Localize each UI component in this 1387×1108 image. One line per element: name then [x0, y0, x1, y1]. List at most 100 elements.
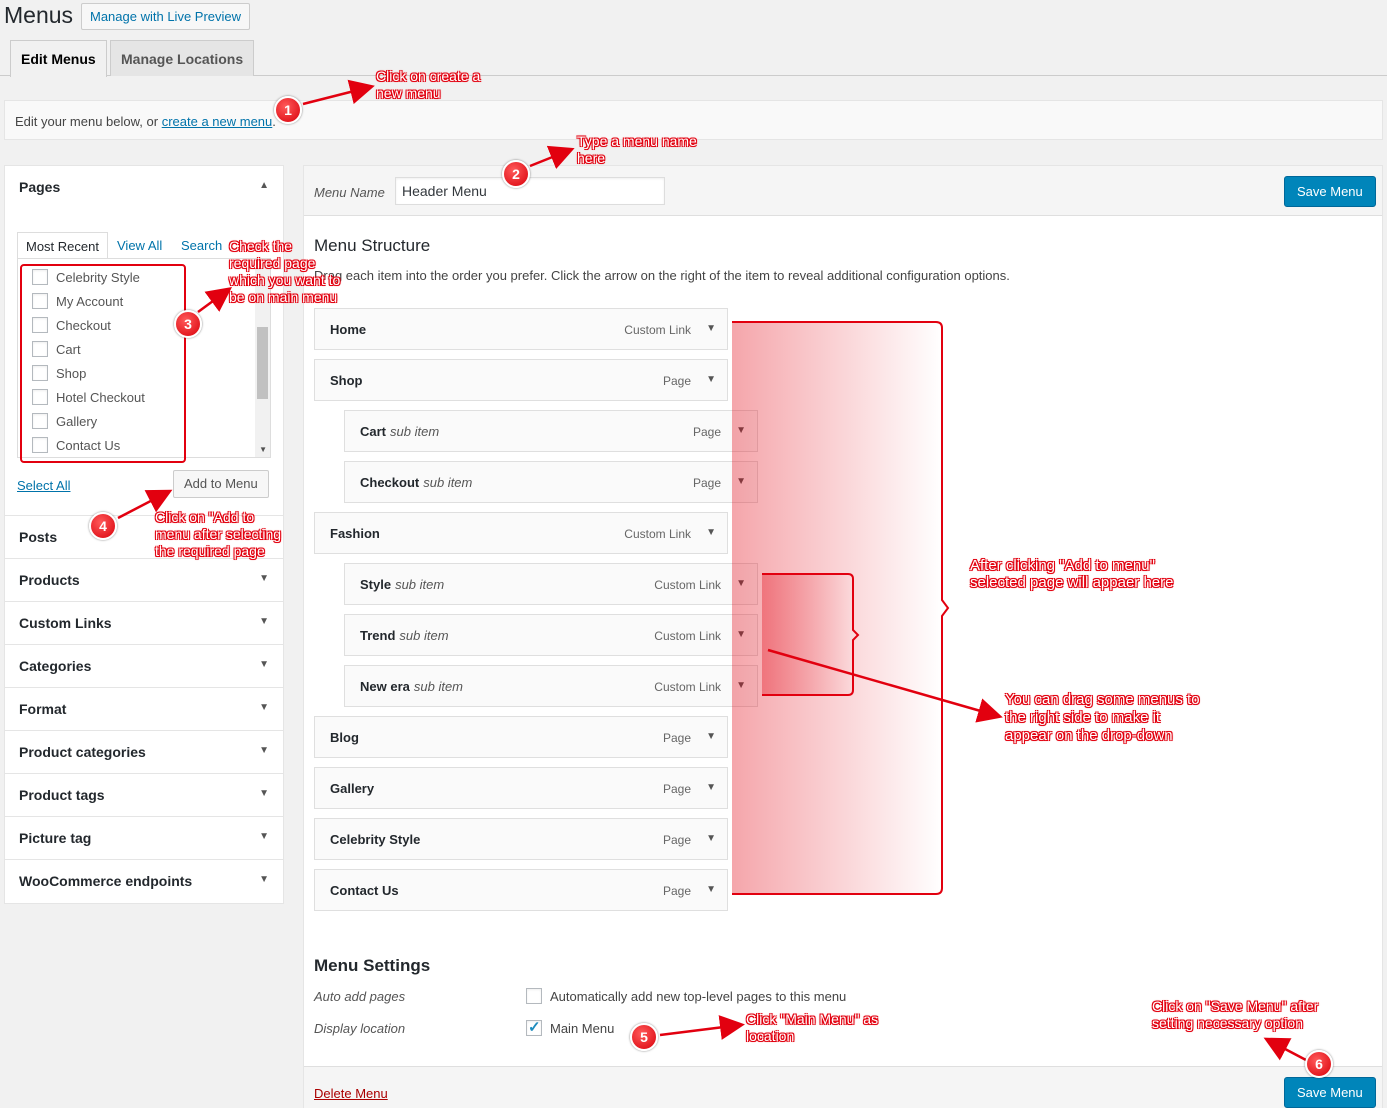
dropdown-arrow-icon[interactable]: ▼	[736, 680, 746, 691]
step-badge-6: 6	[1305, 1050, 1333, 1078]
section-products[interactable]: Products ▼	[5, 559, 283, 602]
auto-add-option[interactable]: Automatically add new top-level pages to…	[526, 988, 846, 1004]
section-title: Product categories	[19, 744, 146, 760]
menu-item-type: Custom Link	[654, 578, 721, 592]
dropdown-arrow-icon[interactable]: ▼	[706, 323, 716, 334]
menu-item[interactable]: New era sub item Custom Link ▼	[344, 665, 758, 707]
save-menu-button-bottom[interactable]: Save Menu	[1284, 1077, 1376, 1108]
menu-item-sub: sub item	[395, 577, 445, 592]
menu-name-label: Menu Name	[314, 185, 385, 200]
menu-item[interactable]: Celebrity Style Page ▼	[314, 818, 728, 860]
expand-down-icon[interactable]: ▼	[259, 573, 269, 584]
dropdown-arrow-icon[interactable]: ▼	[736, 425, 746, 436]
create-new-menu-link[interactable]: create a new menu	[162, 114, 273, 129]
section-product-categories[interactable]: Product categories ▼	[5, 731, 283, 774]
annotation-main-menu: Click "Main Menu" as location	[746, 1011, 879, 1044]
expand-down-icon[interactable]: ▼	[259, 831, 269, 842]
tab-manage-locations[interactable]: Manage Locations	[110, 40, 255, 76]
section-title: Posts	[19, 529, 58, 545]
scroll-thumb[interactable]	[257, 327, 268, 399]
menu-item-type: Page	[662, 374, 691, 388]
menu-editor: Menu Name Header Menu Save Menu Menu Str…	[303, 165, 1383, 1108]
annotation-create-menu: Click on create a new menu	[376, 68, 481, 101]
expand-down-icon[interactable]: ▼	[259, 874, 269, 885]
annotation-add-to-menu: Click on "Add to menu after selecting th…	[155, 509, 282, 559]
pages-title[interactable]: Pages	[19, 179, 60, 195]
menu-item-title: Shop	[330, 373, 363, 388]
menu-item[interactable]: Fashion Custom Link ▼	[314, 512, 728, 554]
tab-most-recent[interactable]: Most Recent	[17, 232, 108, 259]
step-badge-1: 1	[274, 96, 302, 124]
menu-item[interactable]: Contact Us Page ▼	[314, 869, 728, 911]
expand-down-icon[interactable]: ▼	[259, 702, 269, 713]
menu-item-title: Trend	[360, 628, 396, 643]
dropdown-arrow-icon[interactable]: ▼	[706, 527, 716, 538]
expand-down-icon[interactable]: ▼	[259, 659, 269, 670]
menu-item-type: Custom Link	[654, 680, 721, 694]
dropdown-arrow-icon[interactable]: ▼	[736, 578, 746, 589]
menu-item-sub: sub item	[413, 679, 464, 694]
expand-down-icon[interactable]: ▼	[259, 788, 269, 799]
menu-item-type: Custom Link	[624, 323, 691, 337]
expand-down-icon[interactable]: ▼	[259, 616, 269, 627]
section-categories[interactable]: Categories ▼	[5, 645, 283, 688]
menu-item[interactable]: Trend sub item Custom Link ▼	[344, 614, 758, 656]
dropdown-arrow-icon[interactable]: ▼	[706, 833, 716, 844]
step-badge-2: 2	[502, 160, 530, 188]
scroll-down-icon[interactable]: ▼	[259, 445, 267, 454]
menu-item-title: Checkout	[360, 475, 420, 490]
expand-down-icon[interactable]: ▼	[259, 745, 269, 756]
menu-item[interactable]: Cart sub item Page ▼	[344, 410, 758, 452]
annotation-check-page: Check the required page which you want t…	[229, 238, 341, 305]
menu-item[interactable]: Home Custom Link ▼	[314, 308, 728, 350]
step-badge-5: 5	[630, 1023, 658, 1051]
menu-item-type: Page	[662, 782, 691, 796]
section-woocommerce-endpoints[interactable]: WooCommerce endpoints ▼	[5, 860, 283, 903]
main-menu-option[interactable]: Main Menu	[526, 1018, 614, 1036]
section-title: WooCommerce endpoints	[19, 873, 193, 889]
dropdown-arrow-icon[interactable]: ▼	[706, 374, 716, 385]
dropdown-arrow-icon[interactable]: ▼	[736, 476, 746, 487]
section-format[interactable]: Format ▼	[5, 688, 283, 731]
main-menu-checkbox[interactable]	[526, 1018, 542, 1036]
menu-item[interactable]: Style sub item Custom Link ▼	[344, 563, 758, 605]
dropdown-arrow-icon[interactable]: ▼	[706, 782, 716, 793]
menu-settings-title: Menu Settings	[314, 956, 431, 975]
nav-tabs: Edit Menus Manage Locations	[0, 40, 1387, 77]
auto-add-text: Automatically add new top-level pages to…	[550, 988, 847, 1004]
pages-highlight-box	[20, 264, 186, 463]
display-location-label: Display location	[314, 1021, 406, 1036]
menu-item[interactable]: Blog Page ▼	[314, 716, 728, 758]
section-title: Product tags	[19, 787, 105, 803]
dropdown-arrow-icon[interactable]: ▼	[736, 629, 746, 640]
menu-item-type: Custom Link	[624, 527, 691, 541]
menu-item[interactable]: Checkout sub item Page ▼	[344, 461, 758, 503]
dropdown-arrow-icon[interactable]: ▼	[706, 731, 716, 742]
menu-item-title: Fashion	[330, 526, 380, 541]
menu-item[interactable]: Shop Page ▼	[314, 359, 728, 401]
tab-search[interactable]: Search	[173, 232, 230, 259]
menu-name-input[interactable]: Header Menu	[395, 177, 665, 205]
section-custom-links[interactable]: Custom Links ▼	[5, 602, 283, 645]
delete-menu-link[interactable]: Delete Menu	[314, 1086, 388, 1101]
menu-item[interactable]: Gallery Page ▼	[314, 767, 728, 809]
tab-view-all[interactable]: View All	[109, 232, 170, 259]
section-title: Format	[19, 701, 67, 717]
menu-item-title: Blog	[330, 730, 359, 745]
page-title: Menus	[4, 2, 74, 28]
collapse-up-icon[interactable]: ▲	[259, 180, 269, 191]
section-picture-tag[interactable]: Picture tag ▼	[5, 817, 283, 860]
menu-item-type: Page	[692, 476, 721, 490]
tab-edit-menus[interactable]: Edit Menus	[10, 40, 107, 77]
select-all-link[interactable]: Select All	[17, 478, 70, 493]
menu-item-sub: sub item	[390, 424, 440, 439]
section-title: Products	[19, 572, 80, 588]
annotation-drag: You can drag some menus to the right sid…	[1005, 691, 1200, 744]
save-menu-button[interactable]: Save Menu	[1284, 176, 1376, 207]
section-title: Custom Links	[19, 615, 112, 631]
auto-add-checkbox[interactable]	[526, 988, 542, 1004]
add-to-menu-button[interactable]: Add to Menu	[173, 470, 269, 498]
section-product-tags[interactable]: Product tags ▼	[5, 774, 283, 817]
live-preview-button[interactable]: Manage with Live Preview	[81, 3, 251, 30]
dropdown-arrow-icon[interactable]: ▼	[706, 884, 716, 895]
